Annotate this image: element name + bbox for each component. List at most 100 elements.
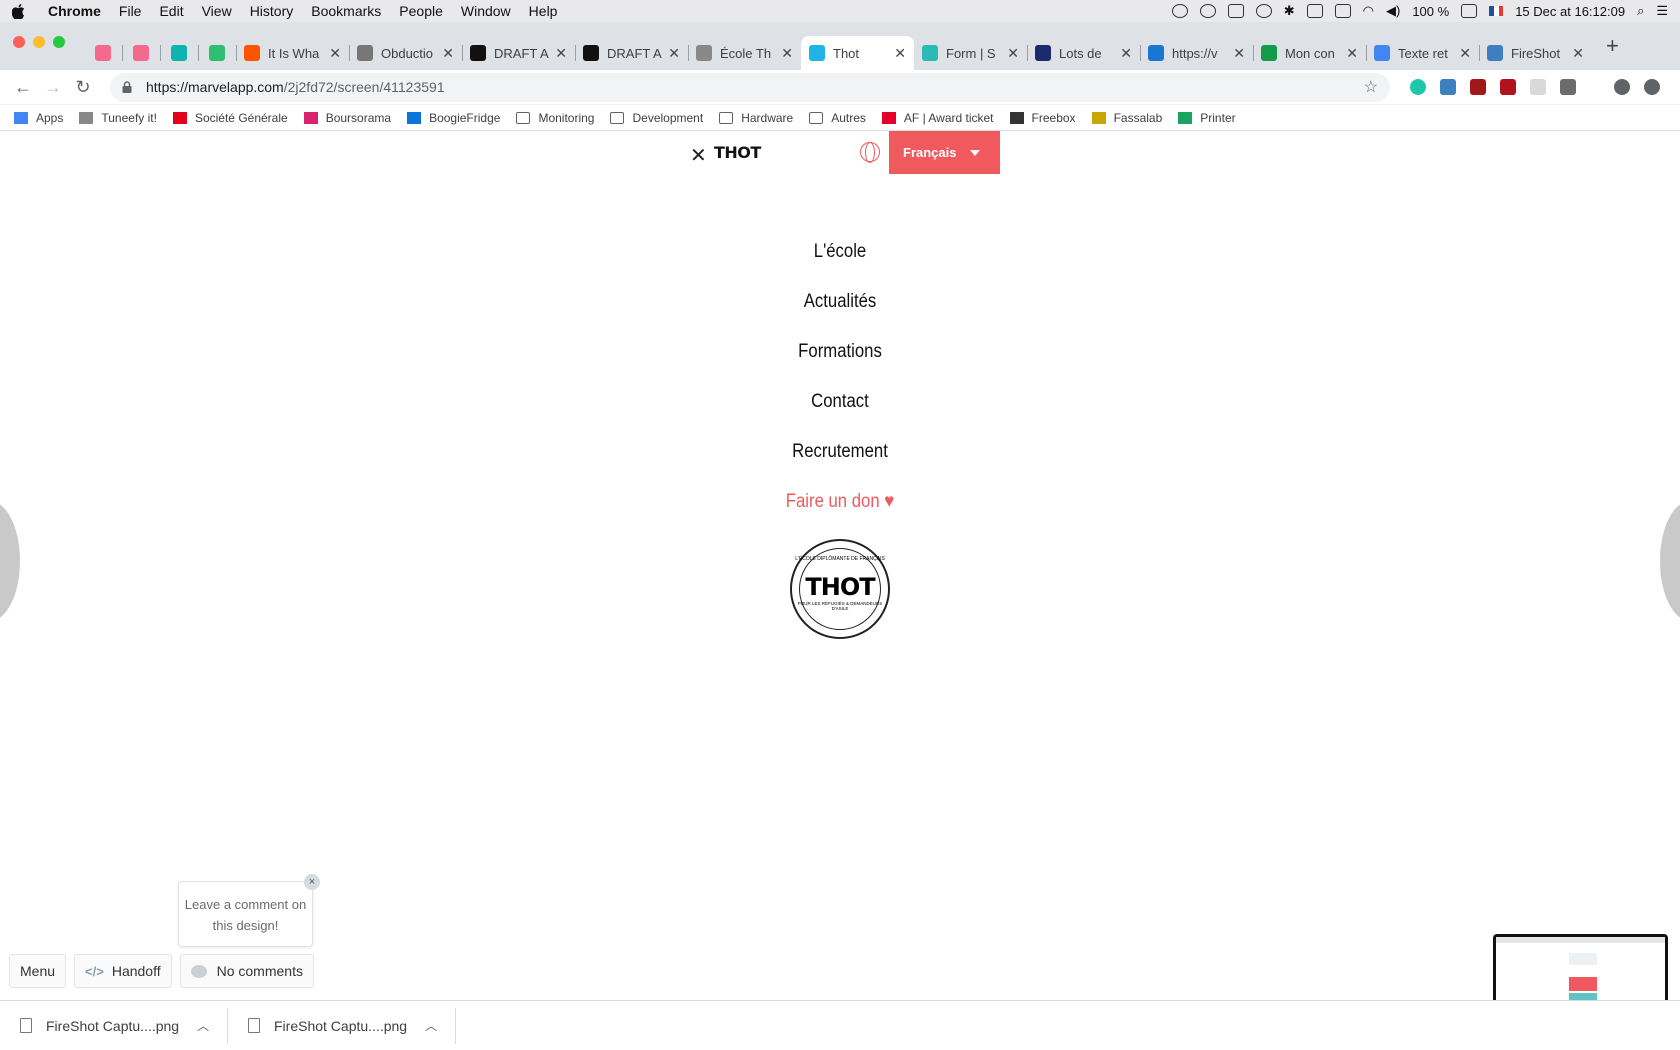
browser-tab[interactable]: https://v ✕ bbox=[1140, 36, 1253, 70]
flag-fr-icon[interactable] bbox=[1489, 6, 1504, 16]
zoom-window-button[interactable] bbox=[53, 36, 65, 48]
close-tab-icon[interactable]: ✕ bbox=[668, 45, 680, 62]
battery-icon[interactable] bbox=[1461, 4, 1478, 18]
time-machine-icon[interactable] bbox=[1255, 4, 1272, 18]
browser-tab[interactable]: Obductio ✕ bbox=[349, 36, 462, 70]
close-tab-icon[interactable]: ✕ bbox=[1007, 45, 1019, 62]
spotlight-icon[interactable]: ⌕ bbox=[1637, 3, 1644, 19]
address-bar[interactable]: https://marvelapp.com/2j2fd72/screen/411… bbox=[110, 72, 1390, 102]
nav-contact[interactable]: Contact bbox=[101, 377, 1579, 427]
close-window-button[interactable] bbox=[13, 36, 25, 48]
bookmark-item[interactable]: Printer bbox=[1178, 111, 1236, 125]
download-item[interactable]: FireShot Captu....png ︿ bbox=[228, 1007, 456, 1044]
menu-history[interactable]: History bbox=[250, 3, 294, 19]
nav-formations[interactable]: Formations bbox=[101, 327, 1579, 377]
backup-icon[interactable] bbox=[1227, 4, 1244, 18]
chevron-up-icon[interactable]: ︿ bbox=[197, 1017, 209, 1034]
bookmark-item[interactable]: Hardware bbox=[719, 111, 793, 125]
json-extension-icon[interactable] bbox=[1530, 79, 1546, 95]
globe-icon[interactable] bbox=[860, 142, 880, 163]
browser-tab[interactable] bbox=[160, 36, 198, 70]
lastpass-extension-icon[interactable] bbox=[1470, 79, 1486, 95]
close-tab-icon[interactable]: ✕ bbox=[1346, 45, 1358, 62]
bookmark-item[interactable]: Boursorama bbox=[303, 111, 391, 125]
browser-tab[interactable] bbox=[198, 36, 236, 70]
menu-view[interactable]: View bbox=[202, 3, 232, 19]
bookmark-item[interactable]: Monitoring bbox=[516, 111, 594, 125]
close-tab-icon[interactable]: ✕ bbox=[1233, 45, 1245, 62]
volume-icon[interactable]: ◀) bbox=[1386, 3, 1400, 19]
browser-tab[interactable]: Thot ✕ bbox=[801, 36, 914, 70]
do-not-disturb-icon[interactable] bbox=[1199, 4, 1216, 18]
browser-tab[interactable]: DRAFT A ✕ bbox=[575, 36, 688, 70]
nav-donate[interactable]: Faire un don ♥ bbox=[101, 477, 1579, 527]
browser-tab[interactable]: Texte ret ✕ bbox=[1366, 36, 1479, 70]
close-tab-icon[interactable]: ✕ bbox=[1459, 45, 1471, 62]
close-tab-icon[interactable]: ✕ bbox=[329, 45, 341, 62]
browser-tab[interactable] bbox=[84, 36, 122, 70]
download-item[interactable]: FireShot Captu....png ︿ bbox=[0, 1007, 228, 1044]
browser-tab[interactable]: It Is Wha ✕ bbox=[236, 36, 349, 70]
reload-button[interactable]: ↻ bbox=[68, 77, 98, 98]
bookmark-item[interactable]: BoogieFridge bbox=[407, 111, 500, 125]
wifi-icon[interactable]: ◠ bbox=[1363, 3, 1374, 19]
bookmark-item[interactable]: Tuneefy it! bbox=[79, 111, 157, 125]
back-button[interactable]: ← bbox=[8, 77, 38, 98]
bookmark-item[interactable]: Apps bbox=[14, 111, 63, 125]
site-logo[interactable]: THOT bbox=[714, 143, 761, 162]
menu-people[interactable]: People bbox=[399, 3, 443, 19]
close-tab-icon[interactable]: ✕ bbox=[894, 45, 906, 62]
bluetooth-icon[interactable]: ✱ bbox=[1284, 3, 1295, 19]
bookmark-item[interactable]: Development bbox=[610, 111, 703, 125]
comments-button[interactable]: No comments bbox=[179, 954, 314, 988]
browser-tab[interactable]: Form | S ✕ bbox=[914, 36, 1027, 70]
menu-file[interactable]: File bbox=[119, 3, 142, 19]
menu-bookmarks[interactable]: Bookmarks bbox=[311, 3, 381, 19]
activity-icon[interactable] bbox=[1171, 4, 1188, 18]
close-menu-icon[interactable]: ✕ bbox=[690, 143, 707, 168]
menu-app-name[interactable]: Chrome bbox=[48, 3, 101, 19]
marvel-extension-icon[interactable] bbox=[1410, 79, 1426, 95]
close-tab-icon[interactable]: ✕ bbox=[555, 45, 567, 62]
menu-help[interactable]: Help bbox=[529, 3, 558, 19]
battery-label[interactable]: 100 % bbox=[1412, 4, 1449, 19]
browser-tab[interactable]: Lots de ✕ bbox=[1027, 36, 1140, 70]
forward-button[interactable]: → bbox=[38, 77, 68, 98]
bookmark-item[interactable]: Fassalab bbox=[1091, 111, 1162, 125]
bookmark-item[interactable]: Société Générale bbox=[172, 111, 288, 125]
keyboard-icon[interactable] bbox=[1334, 4, 1351, 18]
minimize-window-button[interactable] bbox=[33, 36, 45, 48]
browser-tab[interactable]: FireShot ✕ bbox=[1479, 36, 1592, 70]
nav-ecole[interactable]: L'école bbox=[101, 227, 1579, 277]
tooltip-close-icon[interactable]: × bbox=[304, 874, 320, 890]
bookmark-star-icon[interactable]: ☆ bbox=[1364, 77, 1378, 97]
menu-window[interactable]: Window bbox=[461, 3, 511, 19]
chevron-up-icon[interactable]: ︿ bbox=[425, 1017, 437, 1034]
bookmark-item[interactable]: Autres bbox=[809, 111, 866, 125]
menu-edit[interactable]: Edit bbox=[159, 3, 183, 19]
close-tab-icon[interactable]: ✕ bbox=[442, 45, 454, 62]
apple-icon[interactable] bbox=[12, 3, 26, 19]
browser-tab[interactable]: Mon con ✕ bbox=[1253, 36, 1366, 70]
new-tab-button[interactable]: + bbox=[1606, 33, 1619, 59]
close-tab-icon[interactable]: ✕ bbox=[1572, 45, 1584, 62]
bookmark-item[interactable]: AF | Award ticket bbox=[881, 111, 994, 125]
handoff-button[interactable]: </> Handoff bbox=[74, 954, 172, 988]
nav-actualites[interactable]: Actualités bbox=[101, 277, 1579, 327]
menu-button[interactable]: Menu bbox=[9, 954, 67, 988]
bookmark-item[interactable]: Freebox bbox=[1009, 111, 1076, 125]
s-extension-icon[interactable] bbox=[1560, 79, 1576, 95]
notification-center-icon[interactable]: ☰ bbox=[1656, 3, 1668, 19]
clock-label[interactable]: 15 Dec at 16:12:09 bbox=[1515, 4, 1625, 19]
language-selector[interactable]: Français bbox=[889, 131, 1000, 174]
browser-tab[interactable] bbox=[122, 36, 160, 70]
fireshot-extension-icon[interactable] bbox=[1440, 79, 1456, 95]
close-tab-icon[interactable]: ✕ bbox=[781, 45, 793, 62]
shield-extension-icon[interactable] bbox=[1500, 79, 1516, 95]
browser-tab[interactable]: DRAFT A ✕ bbox=[462, 36, 575, 70]
browser-tab[interactable]: École Th ✕ bbox=[688, 36, 801, 70]
nav-recrutement[interactable]: Recrutement bbox=[101, 427, 1579, 477]
profile-avatar-icon[interactable] bbox=[1614, 79, 1630, 95]
close-tab-icon[interactable]: ✕ bbox=[1120, 45, 1132, 62]
update-icon[interactable] bbox=[1644, 79, 1660, 95]
